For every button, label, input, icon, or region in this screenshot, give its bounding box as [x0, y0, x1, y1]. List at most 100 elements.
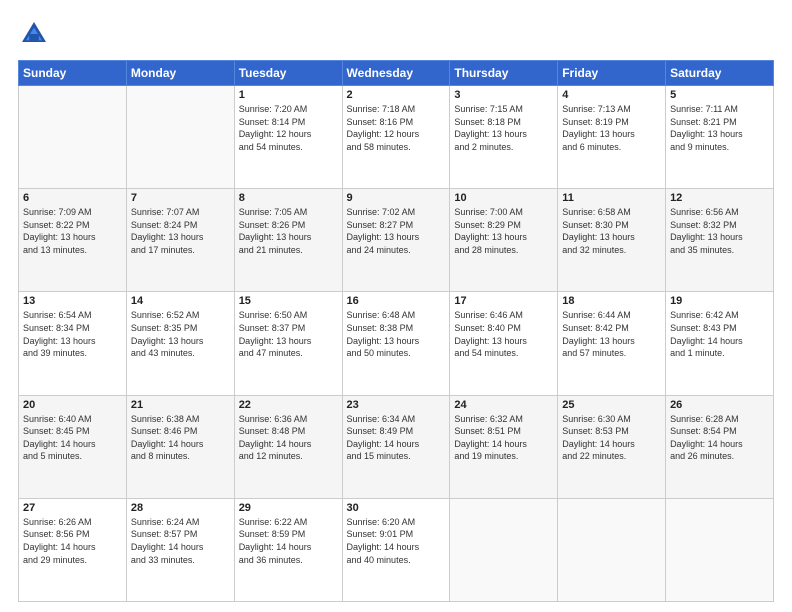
day-number: 10 — [454, 192, 553, 204]
calendar-cell: 12 Sunrise: 6:56 AM Sunset: 8:32 PM Dayli… — [666, 189, 774, 292]
calendar-cell: 14 Sunrise: 6:52 AM Sunset: 8:35 PM Dayli… — [126, 292, 234, 395]
day-number: 13 — [23, 295, 122, 307]
calendar-cell: 11 Sunrise: 6:58 AM Sunset: 8:30 PM Dayli… — [558, 189, 666, 292]
calendar-cell: 16 Sunrise: 6:48 AM Sunset: 8:38 PM Dayli… — [342, 292, 450, 395]
day-number: 11 — [562, 192, 661, 204]
day-info: Sunrise: 6:48 AM Sunset: 8:38 PM Dayligh… — [347, 309, 446, 359]
day-info: Sunrise: 7:20 AM Sunset: 8:14 PM Dayligh… — [239, 103, 338, 153]
day-number: 8 — [239, 192, 338, 204]
calendar-cell: 7Sunrise: 7:07 AM Sunset: 8:24 PM Daylig… — [126, 189, 234, 292]
calendar-cell — [666, 498, 774, 601]
calendar-cell: 2Sunrise: 7:18 AM Sunset: 8:16 PM Daylig… — [342, 86, 450, 189]
column-header-sunday: Sunday — [19, 61, 127, 86]
day-number: 15 — [239, 295, 338, 307]
day-info: Sunrise: 6:30 AM Sunset: 8:53 PM Dayligh… — [562, 413, 661, 463]
logo — [18, 18, 54, 50]
day-info: Sunrise: 6:50 AM Sunset: 8:37 PM Dayligh… — [239, 309, 338, 359]
column-header-saturday: Saturday — [666, 61, 774, 86]
week-row-4: 20 Sunrise: 6:40 AM Sunset: 8:45 PM Dayli… — [19, 395, 774, 498]
calendar-cell — [450, 498, 558, 601]
column-header-monday: Monday — [126, 61, 234, 86]
calendar-cell — [558, 498, 666, 601]
day-number: 22 — [239, 399, 338, 411]
day-info: Sunrise: 6:38 AM Sunset: 8:46 PM Dayligh… — [131, 413, 230, 463]
calendar-cell: 22 Sunrise: 6:36 AM Sunset: 8:48 PM Dayli… — [234, 395, 342, 498]
day-info: Sunrise: 6:40 AM Sunset: 8:45 PM Dayligh… — [23, 413, 122, 463]
column-header-wednesday: Wednesday — [342, 61, 450, 86]
calendar-cell — [19, 86, 127, 189]
week-row-3: 13 Sunrise: 6:54 AM Sunset: 8:34 PM Dayli… — [19, 292, 774, 395]
day-info: Sunrise: 6:44 AM Sunset: 8:42 PM Dayligh… — [562, 309, 661, 359]
day-info: Sunrise: 7:05 AM Sunset: 8:26 PM Dayligh… — [239, 206, 338, 256]
day-number: 25 — [562, 399, 661, 411]
day-info: Sunrise: 7:00 AM Sunset: 8:29 PM Dayligh… — [454, 206, 553, 256]
day-info: Sunrise: 6:54 AM Sunset: 8:34 PM Dayligh… — [23, 309, 122, 359]
column-header-friday: Friday — [558, 61, 666, 86]
calendar-cell: 27Sunrise: 6:26 AM Sunset: 8:56 PM Dayli… — [19, 498, 127, 601]
day-number: 5 — [670, 89, 769, 101]
calendar-cell: 10 Sunrise: 7:00 AM Sunset: 8:29 PM Dayli… — [450, 189, 558, 292]
day-info: Sunrise: 6:52 AM Sunset: 8:35 PM Dayligh… — [131, 309, 230, 359]
day-number: 12 — [670, 192, 769, 204]
day-number: 9 — [347, 192, 446, 204]
day-info: Sunrise: 6:28 AM Sunset: 8:54 PM Dayligh… — [670, 413, 769, 463]
calendar-cell: 26 Sunrise: 6:28 AM Sunset: 8:54 PM Dayli… — [666, 395, 774, 498]
calendar-cell: 13 Sunrise: 6:54 AM Sunset: 8:34 PM Dayli… — [19, 292, 127, 395]
calendar-cell: 5 Sunrise: 7:11 AM Sunset: 8:21 PM Daylig… — [666, 86, 774, 189]
day-number: 16 — [347, 295, 446, 307]
column-header-thursday: Thursday — [450, 61, 558, 86]
day-info: Sunrise: 6:42 AM Sunset: 8:43 PM Dayligh… — [670, 309, 769, 359]
calendar-cell: 19 Sunrise: 6:42 AM Sunset: 8:43 PM Dayli… — [666, 292, 774, 395]
day-info: Sunrise: 6:24 AM Sunset: 8:57 PM Dayligh… — [131, 516, 230, 566]
calendar-cell: 28 Sunrise: 6:24 AM Sunset: 8:57 PM Dayli… — [126, 498, 234, 601]
day-number: 18 — [562, 295, 661, 307]
week-row-1: 1 Sunrise: 7:20 AM Sunset: 8:14 PM Daylig… — [19, 86, 774, 189]
calendar-cell: 23 Sunrise: 6:34 AM Sunset: 8:49 PM Dayli… — [342, 395, 450, 498]
calendar-cell: 24Sunrise: 6:32 AM Sunset: 8:51 PM Dayli… — [450, 395, 558, 498]
calendar-cell: 29Sunrise: 6:22 AM Sunset: 8:59 PM Dayli… — [234, 498, 342, 601]
page: SundayMondayTuesdayWednesdayThursdayFrid… — [0, 0, 792, 612]
day-info: Sunrise: 6:56 AM Sunset: 8:32 PM Dayligh… — [670, 206, 769, 256]
logo-icon — [18, 18, 50, 50]
day-number: 19 — [670, 295, 769, 307]
calendar-cell: 21 Sunrise: 6:38 AM Sunset: 8:46 PM Dayli… — [126, 395, 234, 498]
day-number: 3 — [454, 89, 553, 101]
day-number: 26 — [670, 399, 769, 411]
day-info: Sunrise: 7:02 AM Sunset: 8:27 PM Dayligh… — [347, 206, 446, 256]
calendar-cell: 30 Sunrise: 6:20 AM Sunset: 9:01 PM Dayli… — [342, 498, 450, 601]
calendar-cell: 18 Sunrise: 6:44 AM Sunset: 8:42 PM Dayli… — [558, 292, 666, 395]
column-header-tuesday: Tuesday — [234, 61, 342, 86]
calendar-cell: 25 Sunrise: 6:30 AM Sunset: 8:53 PM Dayli… — [558, 395, 666, 498]
day-number: 23 — [347, 399, 446, 411]
header-row: SundayMondayTuesdayWednesdayThursdayFrid… — [19, 61, 774, 86]
day-number: 17 — [454, 295, 553, 307]
calendar-cell: 15 Sunrise: 6:50 AM Sunset: 8:37 PM Dayli… — [234, 292, 342, 395]
day-info: Sunrise: 6:36 AM Sunset: 8:48 PM Dayligh… — [239, 413, 338, 463]
day-number: 6 — [23, 192, 122, 204]
day-number: 1 — [239, 89, 338, 101]
day-number: 20 — [23, 399, 122, 411]
day-info: Sunrise: 6:34 AM Sunset: 8:49 PM Dayligh… — [347, 413, 446, 463]
calendar-cell: 17Sunrise: 6:46 AM Sunset: 8:40 PM Dayli… — [450, 292, 558, 395]
day-number: 29 — [239, 502, 338, 514]
day-info: Sunrise: 6:20 AM Sunset: 9:01 PM Dayligh… — [347, 516, 446, 566]
calendar-table: SundayMondayTuesdayWednesdayThursdayFrid… — [18, 60, 774, 602]
day-number: 24 — [454, 399, 553, 411]
day-number: 30 — [347, 502, 446, 514]
calendar-cell — [126, 86, 234, 189]
calendar-cell: 8 Sunrise: 7:05 AM Sunset: 8:26 PM Daylig… — [234, 189, 342, 292]
day-info: Sunrise: 7:09 AM Sunset: 8:22 PM Dayligh… — [23, 206, 122, 256]
day-number: 28 — [131, 502, 230, 514]
day-number: 14 — [131, 295, 230, 307]
calendar-cell: 6 Sunrise: 7:09 AM Sunset: 8:22 PM Daylig… — [19, 189, 127, 292]
calendar-cell: 20 Sunrise: 6:40 AM Sunset: 8:45 PM Dayli… — [19, 395, 127, 498]
week-row-2: 6 Sunrise: 7:09 AM Sunset: 8:22 PM Daylig… — [19, 189, 774, 292]
day-number: 2 — [347, 89, 446, 101]
day-info: Sunrise: 7:11 AM Sunset: 8:21 PM Dayligh… — [670, 103, 769, 153]
day-info: Sunrise: 7:13 AM Sunset: 8:19 PM Dayligh… — [562, 103, 661, 153]
day-info: Sunrise: 6:58 AM Sunset: 8:30 PM Dayligh… — [562, 206, 661, 256]
day-number: 4 — [562, 89, 661, 101]
day-number: 21 — [131, 399, 230, 411]
day-number: 27 — [23, 502, 122, 514]
day-info: Sunrise: 7:15 AM Sunset: 8:18 PM Dayligh… — [454, 103, 553, 153]
